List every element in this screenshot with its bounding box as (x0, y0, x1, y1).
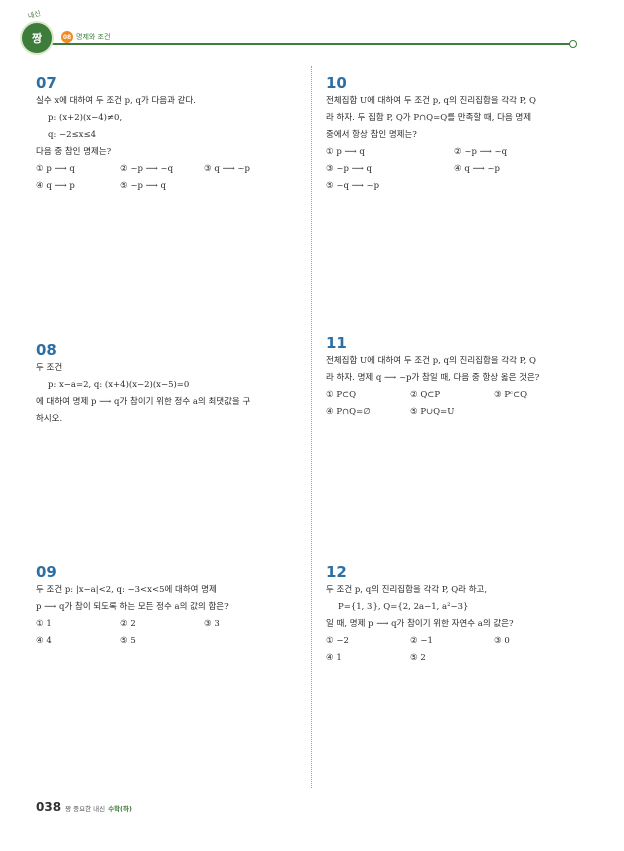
problem-09: 09 두 조건 p: |x−a|<2, q: −3<x<5에 대하여 명제 p … (36, 563, 282, 650)
choice-1[interactable]: ① P⊂Q (326, 387, 404, 404)
book-title: 짱 중요한 내신 (65, 805, 106, 813)
problem-text: 실수 x에 대하여 두 조건 p, q가 다음과 같다. (36, 96, 196, 106)
choice-5[interactable]: ⑤ P∪Q=U (410, 404, 488, 421)
choice-5[interactable]: ⑤ ~p ⟶ q (120, 178, 198, 195)
problem-number: 09 (36, 563, 57, 581)
problem-number: 10 (326, 74, 347, 92)
choice-2[interactable]: ② ~p ⟶ ~q (454, 144, 576, 161)
problem-number: 12 (326, 563, 347, 581)
choice-3[interactable]: ③ Pᶜ⊂Q (494, 387, 572, 404)
question-text: 일 때, 명제 p ⟶ q가 참이기 위한 자연수 a의 값은? (326, 619, 514, 629)
choice-2[interactable]: ② Q⊂P (410, 387, 488, 404)
choice-5[interactable]: ⑤ 5 (120, 633, 198, 650)
brand-logo: 짱 (22, 23, 52, 53)
choice-1[interactable]: ① p ⟶ q (326, 144, 448, 161)
book-subject: 수학(하) (108, 805, 132, 813)
choice-1[interactable]: ① p ⟶ q (36, 161, 114, 178)
problem-08: 08 두 조건 p: x−a=2, q: (x+4)(x−2)(x−5)=0 에… (36, 341, 250, 428)
choice-3[interactable]: ③ ~p ⟶ q (326, 161, 448, 178)
header-rule-end (569, 40, 577, 48)
problem-number: 07 (36, 74, 57, 92)
choice-1[interactable]: ① 1 (36, 616, 114, 633)
choice-3[interactable]: ③ 3 (204, 616, 282, 633)
problem-text: 두 조건 (36, 363, 63, 373)
page-footer: 038 짱 중요한 내신 수학(하) (36, 800, 132, 816)
problem-12: 12 두 조건 p, q의 진리집합을 각각 P, Q라 하고, P={1, 3… (326, 563, 572, 667)
answer-choices: ① p ⟶ q ② ~p ⟶ ~q ③ ~p ⟶ q ④ q ⟶ ~p ⑤ ~q… (326, 144, 576, 195)
question-text: 에 대하여 명제 p ⟶ q가 참이기 위한 정수 a의 최댓값을 구 (36, 397, 251, 407)
problem-10: 10 전체집합 U에 대하여 두 조건 p, q의 진리집합을 각각 P, Q … (326, 74, 576, 195)
choice-2[interactable]: ② 2 (120, 616, 198, 633)
problem-text: 두 조건 p, q의 진리집합을 각각 P, Q라 하고, (326, 585, 488, 595)
problem-11: 11 전체집합 U에 대하여 두 조건 p, q의 진리집합을 각각 P, Q … (326, 334, 572, 421)
choice-4[interactable]: ④ 4 (36, 633, 114, 650)
choice-2[interactable]: ② −1 (410, 633, 488, 650)
chapter-title: 명제와 조건 (76, 33, 111, 41)
condition-pq: p: x−a=2, q: (x+4)(x−2)(x−5)=0 (48, 380, 190, 390)
condition-sets: P={1, 3}, Q={2, 2a−1, a²−3} (338, 602, 469, 612)
problem-text: 두 조건 p: |x−a|<2, q: −3<x<5에 대하여 명제 (36, 585, 217, 595)
page-header: 내신 짱 08 명제와 조건 (0, 0, 624, 60)
choice-4[interactable]: ④ P∩Q=∅ (326, 404, 404, 421)
choice-4[interactable]: ④ 1 (326, 650, 404, 667)
problem-number: 08 (36, 341, 57, 359)
choice-3[interactable]: ③ 0 (494, 633, 572, 650)
answer-choices: ① 1 ② 2 ③ 3 ④ 4 ⑤ 5 (36, 616, 282, 650)
problem-text: 전체집합 U에 대하여 두 조건 p, q의 진리집합을 각각 P, Q (326, 96, 537, 106)
answer-choices: ① −2 ② −1 ③ 0 ④ 1 ⑤ 2 (326, 633, 572, 667)
choice-2[interactable]: ② ~p ⟶ ~q (120, 161, 198, 178)
choice-4[interactable]: ④ q ⟶ p (36, 178, 114, 195)
logo-text: 짱 (31, 32, 43, 45)
logo-arc-text: 내신 (27, 9, 42, 21)
question-text: 다음 중 참인 명제는? (36, 147, 112, 157)
choice-5[interactable]: ⑤ ~q ⟶ ~p (326, 178, 448, 195)
choice-4[interactable]: ④ q ⟶ ~p (454, 161, 576, 178)
column-divider (311, 66, 312, 788)
answer-choices: ① p ⟶ q ② ~p ⟶ ~q ③ q ⟶ ~p ④ q ⟶ p ⑤ ~p … (36, 161, 282, 195)
page-number: 038 (36, 800, 62, 814)
problem-text-2: 라 하자. 두 집합 P, Q가 P∩Q=Q를 만족할 때, 다음 명제 (326, 113, 532, 123)
choice-1[interactable]: ① −2 (326, 633, 404, 650)
problem-07: 07 실수 x에 대하여 두 조건 p, q가 다음과 같다. p: (x+2)… (36, 74, 282, 195)
condition-q: q: −2≤x≤4 (48, 130, 96, 140)
problem-text-3: 중에서 항상 참인 명제는? (326, 130, 417, 140)
condition-p: p: (x+2)(x−4)≠0, (48, 113, 123, 123)
choice-5[interactable]: ⑤ 2 (410, 650, 488, 667)
problem-text-2: p ⟶ q가 참이 되도록 하는 모든 정수 a의 값의 합은? (36, 602, 229, 612)
question-text-2: 하시오. (36, 414, 63, 424)
problem-text-2: 라 하자. 명제 q ⟶ ~p가 참일 때, 다음 중 항상 옳은 것은? (326, 373, 540, 383)
header-rule (38, 43, 570, 45)
answer-choices: ① P⊂Q ② Q⊂P ③ Pᶜ⊂Q ④ P∩Q=∅ ⑤ P∪Q=U (326, 387, 572, 421)
chapter-number-badge: 08 (61, 31, 73, 43)
problem-number: 11 (326, 334, 347, 352)
choice-3[interactable]: ③ q ⟶ ~p (204, 161, 282, 178)
problem-text: 전체집합 U에 대하여 두 조건 p, q의 진리집합을 각각 P, Q (326, 356, 537, 366)
